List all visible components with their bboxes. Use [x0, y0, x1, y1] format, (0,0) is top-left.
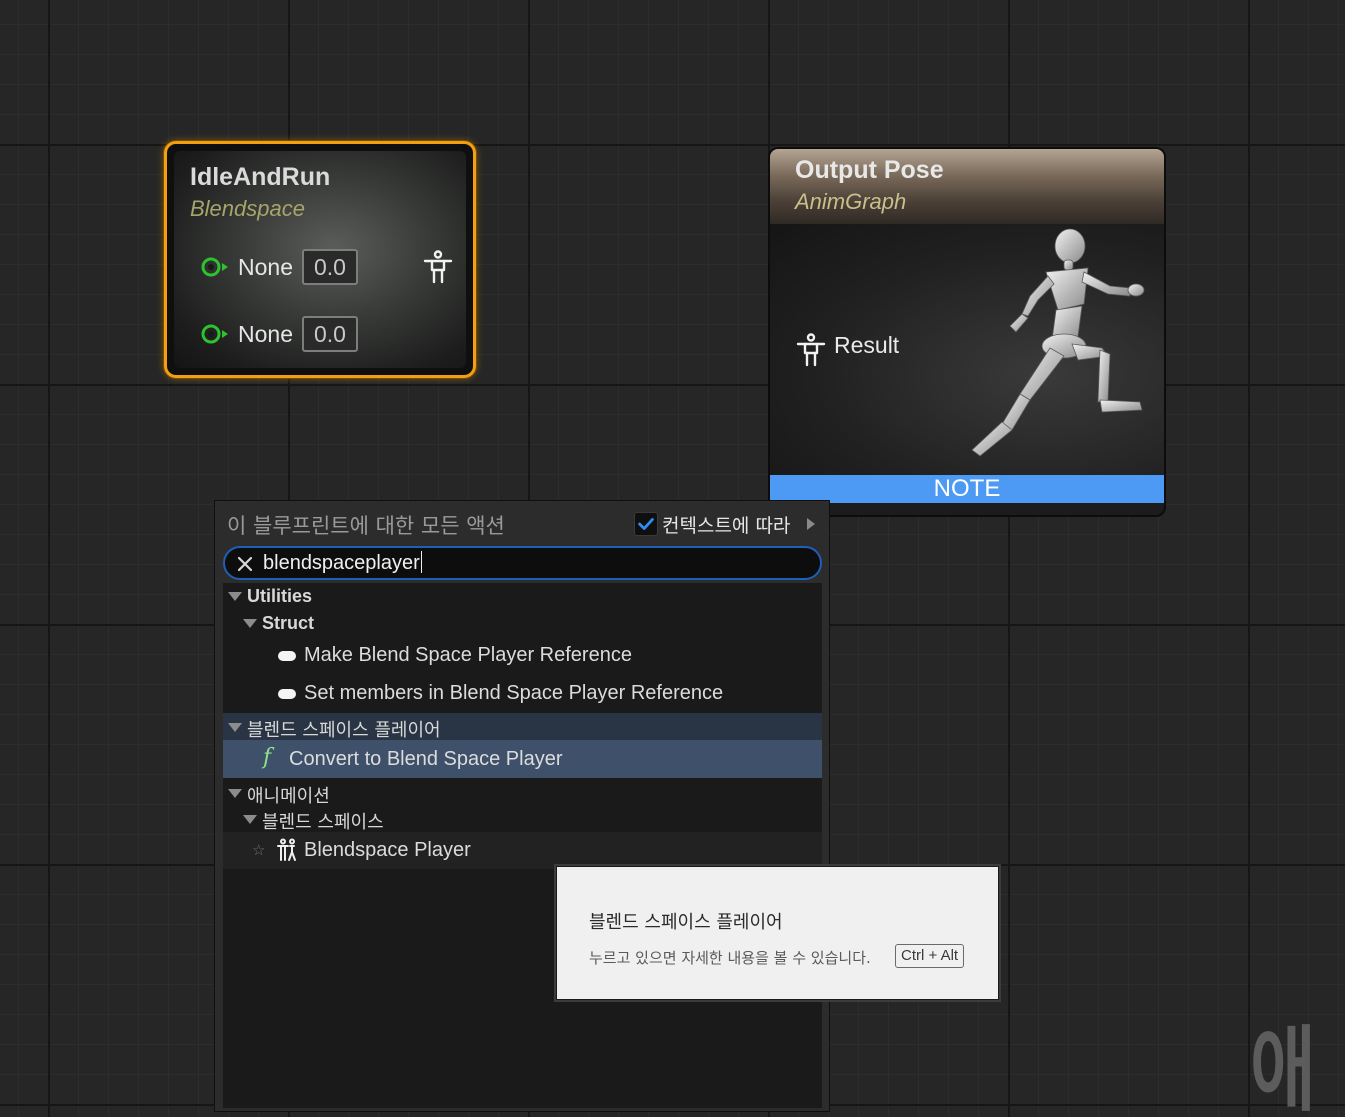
node-header: Output Pose AnimGraph: [770, 149, 1164, 224]
list-item-selected[interactable]: f Convert to Blend Space Player: [223, 740, 822, 778]
collapse-triangle-icon[interactable]: [243, 815, 257, 824]
result-pin-label: Result: [834, 332, 900, 358]
collapse-triangle-icon[interactable]: [228, 592, 242, 601]
collapse-triangle-icon[interactable]: [228, 789, 242, 798]
pose-output-pin-icon[interactable]: [422, 250, 454, 284]
category-struct[interactable]: Struct: [223, 610, 822, 636]
item-label: Convert to Blend Space Player: [289, 748, 563, 770]
output-pose-node[interactable]: Output Pose AnimGraph Result NOTE: [768, 147, 1166, 517]
node-body: Result: [770, 224, 1164, 475]
search-input[interactable]: blendspaceplayer: [223, 546, 822, 580]
action-menu: 이 블루프린트에 대한 모든 액션 컨텍스트에 따라 blendspacepla…: [214, 500, 830, 1112]
item-label: Make Blend Space Player Reference: [304, 644, 632, 666]
item-label: Set members in Blend Space Player Refere…: [304, 682, 724, 704]
pin-value-input[interactable]: 0.0: [302, 316, 358, 352]
blendspace-player-icon: [277, 838, 296, 861]
category-label: 애니메이션: [247, 786, 330, 807]
search-text: blendspaceplayer: [263, 551, 422, 574]
pin-label: None: [238, 253, 293, 280]
node-subtitle: Blendspace: [190, 196, 305, 221]
blendspace-node-body: IdleAndRun Blendspace None 0.0 None 0.0: [174, 151, 466, 368]
list-item[interactable]: Make Blend Space Player Reference: [223, 637, 822, 674]
list-item[interactable]: Set members in Blend Space Player Refere…: [223, 674, 822, 712]
chevron-right-icon[interactable]: [807, 518, 815, 530]
function-icon: f: [263, 745, 272, 770]
pin-value-input[interactable]: 0.0: [302, 249, 358, 285]
node-title: IdleAndRun: [190, 163, 331, 191]
float-pin-icon[interactable]: [200, 323, 230, 345]
input-pin-row: None 0.0: [200, 249, 358, 285]
input-pin-row: None 0.0: [200, 316, 358, 352]
category-animation[interactable]: 애니메이션: [223, 779, 822, 807]
collapse-triangle-icon[interactable]: [228, 723, 242, 732]
action-list[interactable]: Utilities Struct Make Blend Space Player…: [223, 583, 822, 1108]
tooltip-hint: 누르고 있으면 자세한 내용을 볼 수 있습니다.: [589, 949, 871, 967]
tooltip: 블렌드 스페이스 플레이어 누르고 있으면 자세한 내용을 볼 수 있습니다. …: [556, 866, 999, 1000]
collapse-triangle-icon[interactable]: [243, 619, 257, 628]
item-label: Blendspace Player: [304, 839, 471, 861]
running-mannequin-icon: [971, 228, 1145, 457]
category-blend-space-player[interactable]: 블렌드 스페이스 플레이어: [223, 713, 822, 741]
category-label: Struct: [262, 613, 315, 633]
node-subtitle: AnimGraph: [795, 189, 907, 214]
favorite-star-icon[interactable]: ☆: [252, 841, 265, 859]
category-label: Utilities: [247, 586, 313, 606]
context-sensitive-label[interactable]: 컨텍스트에 따라: [662, 511, 790, 538]
category-utilities[interactable]: Utilities: [223, 583, 822, 609]
text-caret: [420, 551, 422, 573]
shortcut-key-badge: Ctrl + Alt: [895, 944, 965, 968]
float-pin-icon[interactable]: [200, 256, 230, 278]
pin-label: None: [238, 320, 293, 347]
action-menu-title: 이 블루프린트에 대한 모든 액션: [227, 514, 505, 538]
clear-search-icon[interactable]: [235, 554, 255, 574]
blendspace-node[interactable]: IdleAndRun Blendspace None 0.0 None 0.0: [164, 141, 476, 378]
list-item[interactable]: ☆ Blendspace Player: [223, 832, 822, 869]
struct-pill-icon: [278, 689, 296, 699]
note-bar[interactable]: NOTE: [770, 475, 1164, 503]
tooltip-title: 블렌드 스페이스 플레이어: [589, 912, 783, 933]
watermark-text: 애: [1250, 1020, 1316, 1117]
node-title: Output Pose: [795, 156, 944, 184]
context-sensitive-checkbox[interactable]: [634, 512, 658, 536]
struct-pill-icon: [278, 651, 296, 661]
action-menu-header: 이 블루프린트에 대한 모든 액션 컨텍스트에 따라: [215, 501, 829, 545]
category-label: 블렌드 스페이스: [262, 812, 384, 833]
category-label: 블렌드 스페이스 플레이어: [247, 720, 441, 741]
category-blend-space[interactable]: 블렌드 스페이스: [223, 806, 822, 833]
pose-input-pin-icon[interactable]: [796, 333, 826, 367]
